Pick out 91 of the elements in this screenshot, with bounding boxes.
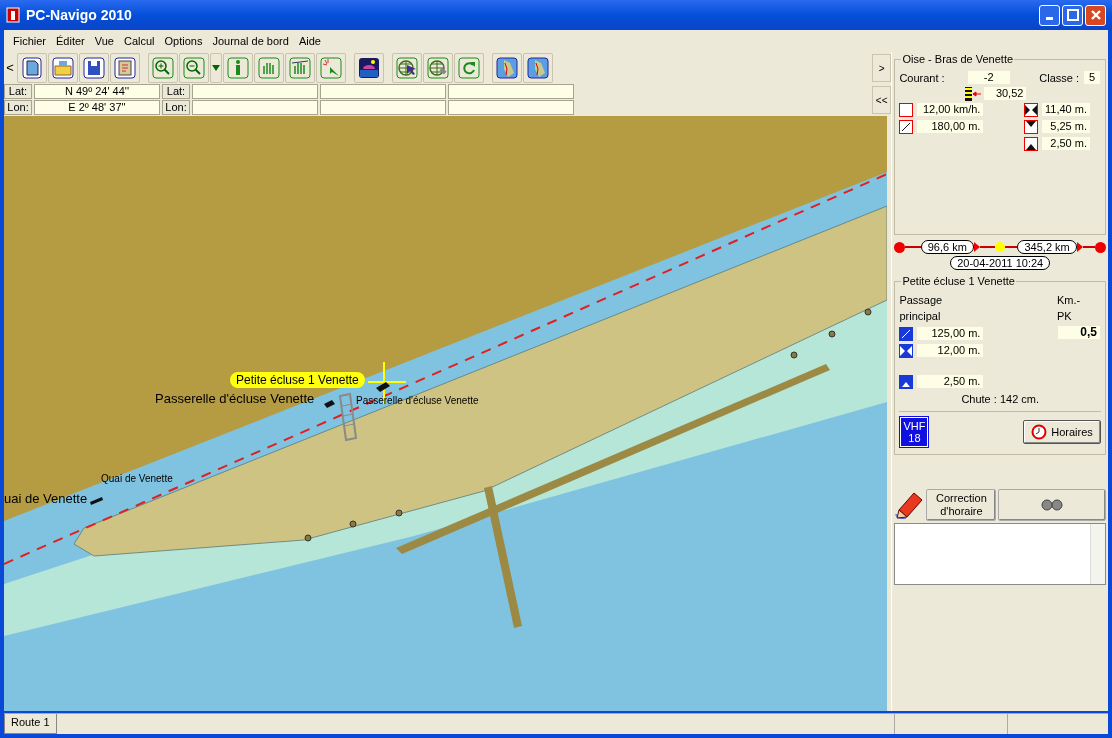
menu-item[interactable]: Options (159, 35, 208, 47)
current-field: -2 (966, 70, 1011, 85)
minimize-icon (1046, 17, 1053, 20)
lock-length-field: 125,00 m. (916, 326, 985, 341)
caret-icon (212, 64, 220, 71)
clock-icon (1031, 424, 1048, 440)
binoculars-button[interactable] (998, 489, 1106, 521)
correction-button[interactable]: Correction d'horaire (926, 489, 997, 521)
height-gauge-icon (965, 86, 982, 101)
length-icon (899, 119, 914, 134)
width-icon (899, 343, 914, 358)
cursor-icon (320, 56, 342, 79)
panel-collapse-button[interactable]: << (872, 86, 892, 114)
air-draught-icon (899, 374, 914, 389)
menu-item[interactable]: Journal de bord (207, 35, 294, 47)
toolbar-button[interactable] (148, 52, 178, 83)
panel-next-button[interactable]: > (872, 54, 892, 82)
lock-air-draught-field: 2,50 m. (916, 374, 985, 389)
globe-cursor-icon (396, 56, 418, 79)
night-scene-icon (358, 56, 380, 79)
end-point-icon (1095, 241, 1106, 253)
zoom-out-icon (183, 56, 205, 79)
toolbar-button[interactable] (17, 52, 47, 83)
close-icon (1089, 9, 1102, 21)
width-field: 11,40 m. (1041, 102, 1091, 117)
maximize-button[interactable] (1062, 4, 1083, 26)
latitude-label: Lat: (162, 83, 190, 99)
speed-field: 12,00 km/h. (916, 102, 985, 117)
draught-field: 5,25 m. (1041, 119, 1091, 134)
km-label: Km.-PK (1057, 293, 1082, 324)
toolbar-button[interactable] (392, 52, 422, 83)
current-label: Courant : (899, 71, 945, 84)
distance-left: 345,2 km (1017, 240, 1077, 254)
map-icon (496, 56, 518, 79)
longitude-label: Lon: (162, 99, 190, 115)
passage-label: Passage principal (899, 293, 944, 324)
fall-height: Chute : 142 cm. (960, 393, 1041, 405)
group-title: Petite écluse 1 Venette (901, 275, 1016, 287)
close-button[interactable] (1085, 4, 1106, 26)
maximize-icon (1066, 9, 1079, 21)
length-field: 180,00 m. (916, 119, 985, 134)
air-draught-icon (1024, 136, 1038, 151)
schedule-button[interactable]: Horaires (1023, 420, 1101, 444)
app-icon (6, 7, 20, 23)
speed-icon (899, 102, 914, 117)
length-icon (899, 326, 914, 341)
width-icon (1024, 102, 1038, 117)
map-icon (527, 56, 549, 79)
document-icon (21, 56, 43, 79)
distance-done: 96,6 km (920, 240, 974, 254)
toolbar-button[interactable] (210, 52, 222, 83)
toolbar-button[interactable] (179, 52, 209, 83)
longitude-label: Lon: (4, 99, 32, 115)
pencil-icon (894, 490, 925, 520)
height-gauge-field: 30,52 (983, 86, 1028, 101)
zoom-in-icon (152, 56, 174, 79)
longitude-field: E 2º 48' 37'' (34, 99, 160, 115)
lock-width-field: 12,00 m. (916, 343, 985, 358)
redo-icon (458, 56, 480, 79)
window-title: PC-Navigo 2010 (26, 7, 133, 23)
notes-text-area[interactable] (894, 523, 1106, 585)
menu-item[interactable]: Fichier (8, 35, 51, 47)
route-tab[interactable]: Route 1 (4, 714, 57, 734)
menu-item[interactable]: Calcul (118, 35, 160, 47)
latitude-field: N 49º 24' 44'' (34, 83, 160, 99)
vhf-channel: 18 (908, 432, 921, 444)
toolbar-scroll-button[interactable]: < (4, 60, 16, 76)
menu-item[interactable]: Vue (89, 35, 119, 47)
vhf-label: VHF (903, 420, 926, 432)
scrollbar[interactable] (1090, 524, 1105, 584)
air-draught-field: 2,50 m. (1041, 136, 1091, 151)
class-label: Classe : (1039, 71, 1079, 84)
menu-item[interactable]: Aide (293, 35, 326, 47)
km-field: 0,5 (1057, 325, 1101, 340)
date-time: 20-04-2011 10:24 (950, 256, 1051, 270)
globe-satellite-icon (427, 56, 449, 79)
info-icon (227, 56, 249, 79)
menu-item[interactable]: Éditer (51, 35, 90, 47)
toolbar-button[interactable] (354, 52, 384, 83)
toolbar-button[interactable] (79, 52, 109, 83)
start-point-icon (894, 241, 906, 253)
draught-icon (1024, 119, 1038, 134)
map-label: Passerelle d'écluse Venette (155, 391, 315, 405)
class-field: 5 (1083, 70, 1101, 85)
group-title: Oise - Bras de Venette (901, 53, 1015, 65)
clipboard-icon (114, 56, 136, 79)
minimize-button[interactable] (1039, 4, 1060, 26)
latitude-label: Lat: (4, 83, 32, 99)
folder-icon (52, 56, 74, 79)
binoculars-icon (1041, 499, 1064, 511)
map-label: Quai de Venette (101, 473, 173, 484)
